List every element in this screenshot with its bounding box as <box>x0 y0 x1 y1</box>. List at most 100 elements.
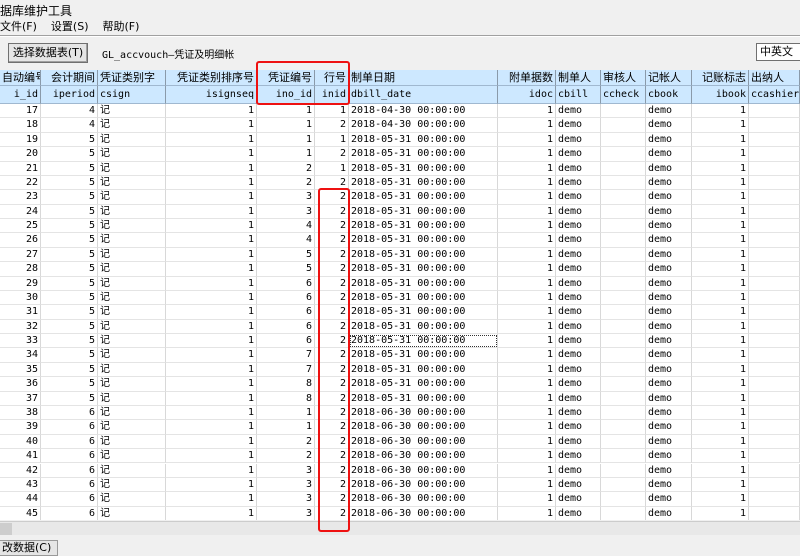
cell-ccheck[interactable] <box>601 104 646 119</box>
cell-ibook[interactable]: 1 <box>692 276 749 291</box>
cell-inid[interactable]: 1 <box>315 161 349 176</box>
cell-cbook[interactable]: demo <box>646 506 692 520</box>
cell-dbill_date[interactable]: 2018-04-30 00:00:00 <box>349 118 498 133</box>
cell-inid[interactable]: 2 <box>315 348 349 363</box>
cell-cbill[interactable]: demo <box>556 233 601 248</box>
cell-dbill_date[interactable]: 2018-05-31 00:00:00 <box>349 348 498 363</box>
cell-ccashier[interactable] <box>749 319 800 335</box>
cell-isignseq[interactable]: 1 <box>166 434 257 450</box>
cell-inid[interactable]: 2 <box>315 190 349 205</box>
cell-isignseq[interactable]: 1 <box>166 104 257 119</box>
cell-cbill[interactable]: demo <box>556 305 601 320</box>
cell-ccheck[interactable] <box>601 434 646 450</box>
cell-ccheck[interactable] <box>601 219 646 234</box>
cell-csign[interactable]: 记 <box>98 405 166 421</box>
cell-idoc[interactable]: 1 <box>498 290 556 306</box>
cell-ino_id[interactable]: 1 <box>257 104 315 119</box>
cell-csign[interactable]: 记 <box>98 161 166 176</box>
cell-cbill[interactable]: demo <box>556 118 601 133</box>
cell-cbook[interactable]: demo <box>646 219 692 234</box>
cell-ccashier[interactable] <box>749 492 800 507</box>
cell-ccashier[interactable] <box>749 219 800 234</box>
cell-cbook[interactable]: demo <box>646 132 692 148</box>
cell-csign[interactable]: 记 <box>98 175 166 191</box>
cell-cbill[interactable]: demo <box>556 147 601 162</box>
cell-iperiod[interactable]: 5 <box>41 262 98 277</box>
cell-idoc[interactable]: 1 <box>498 348 556 363</box>
cell-inid[interactable]: 2 <box>315 204 349 220</box>
cell-inid[interactable]: inid <box>315 86 349 104</box>
cell-ino_id[interactable]: 4 <box>257 219 315 234</box>
cell-isignseq[interactable]: 1 <box>166 391 257 406</box>
cell-inid[interactable]: 2 <box>315 233 349 248</box>
cell-iperiod[interactable]: 5 <box>41 391 98 406</box>
cell-cbook[interactable]: 记帐人 <box>646 70 692 86</box>
cell-ibook[interactable]: 记账标志 <box>692 70 749 86</box>
cell-idoc[interactable]: 1 <box>498 449 556 464</box>
cell-cbill[interactable]: demo <box>556 190 601 205</box>
cell-inid[interactable]: 2 <box>315 147 349 162</box>
cell-inid[interactable]: 2 <box>315 175 349 191</box>
cell-cbook[interactable]: demo <box>646 262 692 277</box>
cell-iperiod[interactable]: 5 <box>41 334 98 349</box>
cell-idoc[interactable]: 1 <box>498 391 556 406</box>
cell-ccashier[interactable] <box>749 420 800 435</box>
cell-iperiod[interactable]: iperiod <box>41 86 98 104</box>
cell-isignseq[interactable]: 1 <box>166 477 257 493</box>
cell-idoc[interactable]: 1 <box>498 147 556 162</box>
cell-ccheck[interactable] <box>601 132 646 148</box>
cell-cbill[interactable]: demo <box>556 391 601 406</box>
cell-iperiod[interactable]: 5 <box>41 247 98 263</box>
cell-cbook[interactable]: demo <box>646 449 692 464</box>
cell-cbook[interactable]: demo <box>646 391 692 406</box>
cell-i_id[interactable]: 35 <box>0 362 41 378</box>
cell-ccheck[interactable] <box>601 305 646 320</box>
cell-cbill[interactable]: demo <box>556 334 601 349</box>
cell-csign[interactable]: 记 <box>98 434 166 450</box>
cell-inid[interactable]: 2 <box>315 262 349 277</box>
cell-cbook[interactable]: cbook <box>646 86 692 104</box>
cell-inid[interactable]: 1 <box>315 132 349 148</box>
cell-ccheck[interactable] <box>601 449 646 464</box>
cell-isignseq[interactable]: 1 <box>166 492 257 507</box>
cell-ccashier[interactable] <box>749 204 800 220</box>
cell-ccheck[interactable] <box>601 348 646 363</box>
cell-ino_id[interactable]: 3 <box>257 204 315 220</box>
cell-ccheck[interactable] <box>601 118 646 133</box>
cell-csign[interactable]: 记 <box>98 377 166 392</box>
cell-inid[interactable]: 2 <box>315 405 349 421</box>
cell-idoc[interactable]: 1 <box>498 434 556 450</box>
cell-i_id[interactable]: 18 <box>0 118 41 133</box>
cell-idoc[interactable]: 1 <box>498 334 556 349</box>
cell-dbill_date[interactable]: 2018-05-31 00:00:00 <box>349 290 498 306</box>
cell-ibook[interactable]: 1 <box>692 175 749 191</box>
cell-iperiod[interactable]: 6 <box>41 420 98 435</box>
cell-i_id[interactable]: 19 <box>0 132 41 148</box>
cell-isignseq[interactable]: 1 <box>166 118 257 133</box>
cell-cbook[interactable]: demo <box>646 463 692 478</box>
cell-cbook[interactable]: demo <box>646 204 692 220</box>
cell-isignseq[interactable]: 1 <box>166 219 257 234</box>
cell-dbill_date[interactable]: 2018-05-31 00:00:00 <box>349 190 498 205</box>
cell-iperiod[interactable]: 5 <box>41 147 98 162</box>
cell-isignseq[interactable]: 1 <box>166 334 257 349</box>
cell-isignseq[interactable]: 1 <box>166 147 257 162</box>
cell-cbill[interactable]: demo <box>556 449 601 464</box>
cell-csign[interactable]: 记 <box>98 247 166 263</box>
cell-cbill[interactable]: demo <box>556 175 601 191</box>
cell-ibook[interactable]: ibook <box>692 86 749 104</box>
cell-dbill_date[interactable]: 2018-06-30 00:00:00 <box>349 449 498 464</box>
cell-dbill_date[interactable]: 2018-05-31 00:00:00 <box>349 334 498 349</box>
cell-ibook[interactable]: 1 <box>692 190 749 205</box>
cell-ino_id[interactable]: 3 <box>257 190 315 205</box>
cell-inid[interactable]: 2 <box>315 118 349 133</box>
menu-help[interactable]: 帮助(F) <box>103 19 140 35</box>
data-grid[interactable]: 自动编号会计期间凭证类别字凭证类别排序号凭证编号行号制单日期附单据数制单人审核人… <box>0 70 800 520</box>
cell-ccheck[interactable] <box>601 161 646 176</box>
cell-ibook[interactable]: 1 <box>692 161 749 176</box>
cell-idoc[interactable]: 1 <box>498 262 556 277</box>
cell-ccashier[interactable] <box>749 463 800 478</box>
cell-dbill_date[interactable]: 2018-05-31 00:00:00 <box>349 161 498 176</box>
cell-i_id[interactable]: 37 <box>0 391 41 406</box>
cell-inid[interactable]: 2 <box>315 305 349 320</box>
